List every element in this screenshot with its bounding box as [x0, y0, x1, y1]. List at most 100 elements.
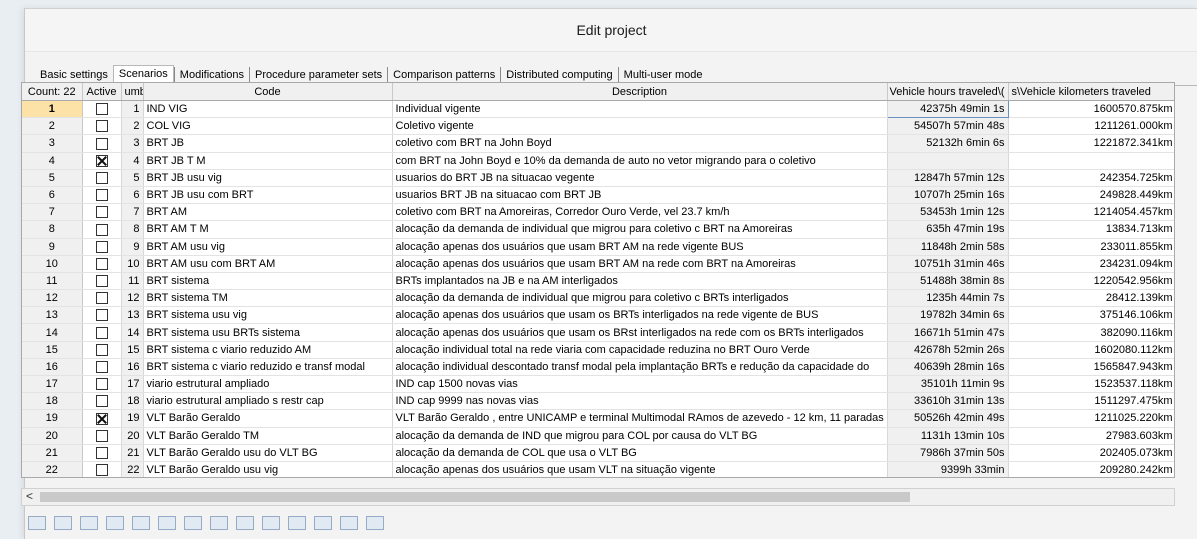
active-checkbox[interactable] — [95, 412, 108, 425]
code-cell[interactable]: viario estrutural ampliado s restr cap — [143, 392, 393, 411]
row-header[interactable]: 7 — [22, 203, 83, 222]
table-row[interactable]: 7 7 BRT AM coletivo com BRT na Amoreiras, C… — [22, 203, 1174, 222]
code-cell[interactable]: IND VIG — [143, 100, 393, 119]
vehicle-hours-traveled-header[interactable]: )\Vehicle hours traveled — [887, 83, 1009, 101]
vehicle-hours-cell[interactable] — [887, 152, 1009, 170]
toolbar-button-icon[interactable] — [184, 516, 202, 530]
active-checkbox[interactable] — [95, 464, 108, 477]
code-cell[interactable]: BRT AM T M — [143, 220, 393, 239]
table-row[interactable]: 1 1 IND VIG Individual vigente 42375h 49min … — [22, 99, 1174, 119]
active-cell[interactable] — [82, 358, 122, 377]
vehicle-km-cell[interactable]: 233011.855km — [1008, 238, 1174, 256]
code-cell[interactable]: BRT AM — [143, 203, 393, 222]
vehicle-hours-cell[interactable]: 33610h 31min 13s — [887, 392, 1009, 411]
active-checkbox[interactable] — [95, 171, 108, 184]
table-row[interactable]: 14 14 BRT sistema usu BRTs sistema alocação… — [22, 323, 1174, 342]
horizontal-scrollbar[interactable]: < — [21, 488, 1175, 506]
row-header[interactable]: 2 — [22, 117, 83, 136]
number-cell[interactable]: 16 — [121, 358, 144, 377]
vehicle-km-cell[interactable]: 1511297.475km — [1008, 392, 1174, 411]
vehicle-hours-cell[interactable]: 42375h 49min 1s — [886, 99, 1009, 119]
toolbar-button-icon[interactable] — [210, 516, 228, 530]
number-cell[interactable]: 1 — [121, 100, 144, 119]
toolbar-button-icon[interactable] — [262, 516, 280, 530]
table-row[interactable]: 22 22 VLT Barão Geraldo usu vig alocação ap… — [22, 461, 1174, 477]
number-cell[interactable]: 18 — [121, 392, 144, 411]
table-row[interactable]: 10 10 BRT AM usu com BRT AM alocação apenas… — [22, 255, 1174, 273]
active-checkbox[interactable] — [95, 292, 108, 305]
description-cell[interactable]: IND cap 9999 nas novas vias — [392, 392, 888, 411]
code-cell[interactable]: BRT AM usu com BRT AM — [143, 255, 393, 273]
row-header[interactable]: 13 — [22, 306, 83, 325]
row-header[interactable]: 21 — [22, 444, 83, 462]
code-cell[interactable]: BRT AM usu vig — [143, 238, 393, 256]
vehicle-hours-cell[interactable]: 19782h 34min 6s — [887, 306, 1009, 325]
description-cell[interactable]: com BRT na John Boyd e 10% da demanda de… — [392, 152, 888, 170]
table-row[interactable]: 19 19 VLT Barão Geraldo VLT Barão Geraldo ,… — [22, 409, 1174, 428]
active-checkbox[interactable] — [95, 257, 108, 270]
row-header[interactable]: 12 — [22, 289, 83, 308]
number-cell[interactable]: 15 — [121, 341, 144, 359]
table-row[interactable]: 4 4 BRT JB T Mcom BRT na John Boyd e 10% d… — [22, 152, 1174, 170]
code-cell[interactable]: BRT sistema — [143, 272, 393, 291]
vehicle-hours-cell[interactable]: 52132h 6min 6s — [887, 134, 1009, 153]
active-cell[interactable] — [82, 341, 122, 359]
table-row[interactable]: 8 8 BRT AM T Malocação da demanda de indiv… — [22, 220, 1174, 239]
number-cell[interactable]: 3 — [121, 134, 144, 153]
vehicle-hours-cell[interactable]: 54507h 57min 48s — [887, 117, 1009, 136]
vehicle-km-cell[interactable]: 1211261.000km — [1008, 117, 1174, 136]
code-cell[interactable]: BRT JB usu com BRT — [143, 186, 393, 205]
code-cell[interactable]: BRT sistema c viario reduzido e transf m… — [143, 358, 393, 377]
description-cell[interactable]: alocação apenas dos usuários que usam BR… — [392, 238, 888, 256]
vehicle-hours-cell[interactable]: 10707h 25min 16s — [887, 186, 1009, 205]
row-header[interactable]: 17 — [22, 375, 83, 394]
vehicle-km-cell[interactable]: 202405.073km — [1008, 444, 1174, 462]
code-cell[interactable]: VLT Barão Geraldo usu do VLT BG — [143, 444, 393, 462]
scrollbar-thumb[interactable] — [40, 492, 910, 502]
number-cell[interactable]: 5 — [121, 169, 144, 187]
row-header[interactable]: 10 — [22, 255, 83, 273]
vehicle-km-cell[interactable]: 13834.713km — [1008, 220, 1174, 239]
active-cell[interactable] — [82, 238, 122, 256]
table-row[interactable]: 6 6 BRT JB usu com BRT usuarios BRT JB na s… — [22, 186, 1174, 205]
active-checkbox[interactable] — [95, 240, 108, 253]
row-header[interactable]: 18 — [22, 392, 83, 411]
vehicle-hours-cell[interactable]: 7986h 37min 50s — [887, 444, 1009, 462]
code-cell[interactable]: VLT Barão Geraldo TM — [143, 427, 393, 445]
number-cell[interactable]: 17 — [121, 375, 144, 394]
table-row[interactable]: 3 3 BRT JB coletivo com BRT na John Boyd 521… — [22, 134, 1174, 153]
vehicle-hours-cell[interactable]: 53453h 1min 12s — [887, 203, 1009, 222]
active-cell[interactable] — [82, 444, 122, 462]
vehicle-km-cell[interactable]: 1220542.956km — [1008, 272, 1174, 291]
active-checkbox[interactable] — [95, 378, 108, 391]
number-cell[interactable]: 13 — [121, 306, 144, 325]
code-cell[interactable]: COL VIG — [143, 117, 393, 136]
description-cell[interactable]: alocação individual total na rede viaria… — [392, 341, 888, 359]
active-cell[interactable] — [82, 409, 122, 428]
number-cell[interactable]: 11 — [121, 272, 144, 291]
vehicle-hours-cell[interactable]: 11848h 2min 58s — [887, 238, 1009, 256]
active-cell[interactable] — [82, 306, 122, 325]
code-cell[interactable]: BRT JB usu vig — [143, 169, 393, 187]
active-checkbox[interactable] — [95, 206, 108, 219]
active-checkbox[interactable] — [95, 343, 108, 356]
description-cell[interactable]: usuarios do BRT JB na situacao vegente — [392, 169, 888, 187]
number-cell[interactable]: 12 — [121, 289, 144, 308]
code-cell[interactable]: VLT Barão Geraldo usu vig — [143, 461, 393, 477]
description-cell[interactable]: alocação da demanda de individual que mi… — [392, 220, 888, 239]
active-cell[interactable] — [82, 152, 122, 170]
description-cell[interactable]: IND cap 1500 novas vias — [392, 375, 888, 394]
vehicle-km-cell[interactable]: 209280.242km — [1008, 461, 1174, 477]
number-cell[interactable]: 14 — [121, 323, 144, 342]
table-row[interactable]: 5 5 BRT JB usu vig usuarios do BRT JB na si… — [22, 169, 1174, 187]
number-cell[interactable]: 22 — [121, 461, 144, 477]
code-cell[interactable]: BRT JB T M — [143, 152, 393, 170]
code-column-header[interactable]: Code — [143, 83, 393, 101]
table-row[interactable]: 15 15 BRT sistema c viario reduzido AM aloc… — [22, 341, 1174, 359]
toolbar-button-icon[interactable] — [106, 516, 124, 530]
vehicle-hours-cell[interactable]: 51488h 38min 8s — [887, 272, 1009, 291]
description-cell[interactable]: alocação da demanda de individual que mi… — [392, 289, 888, 308]
row-header[interactable]: 5 — [22, 169, 83, 187]
number-cell[interactable]: 6 — [121, 186, 144, 205]
table-row[interactable]: 12 12 BRT sistema TM alocação da demanda de… — [22, 289, 1174, 308]
